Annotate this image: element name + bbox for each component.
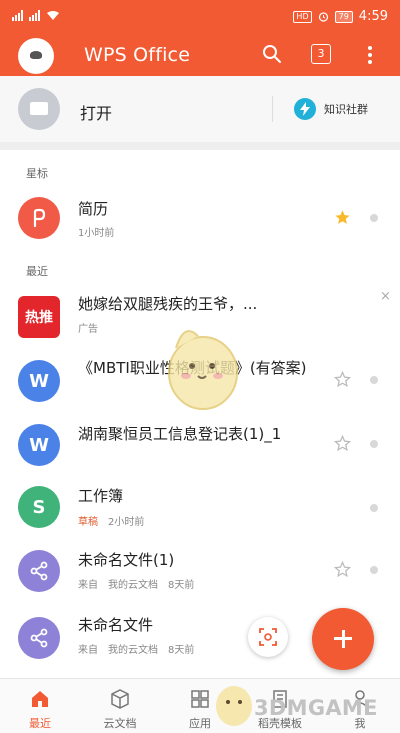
file-location: 我的云文档 xyxy=(108,645,158,656)
signal-icon xyxy=(12,10,23,21)
plus-icon-vertical xyxy=(341,629,345,648)
file-meta: 1小时前 xyxy=(78,228,115,239)
recent-section-label: 最近 xyxy=(26,265,48,278)
file-meta: 来自 我的云文档 8天前 xyxy=(78,641,204,656)
more-dot-icon[interactable] xyxy=(370,504,378,512)
open-row[interactable]: 打开 知识社群 xyxy=(0,76,400,142)
folder-icon xyxy=(18,88,60,130)
add-new-button[interactable] xyxy=(312,608,374,670)
draft-badge: 草稿 xyxy=(78,517,98,528)
search-icon[interactable] xyxy=(262,44,282,64)
spreadsheet-icon: S xyxy=(18,486,60,528)
scan-icon xyxy=(259,628,277,646)
mascot-watermark-icon xyxy=(168,330,238,410)
file-title: 未命名文件 xyxy=(78,616,154,634)
starred-section-label: 星标 xyxy=(26,167,48,180)
signal-icon-2 xyxy=(29,10,40,21)
word-doc-icon: W xyxy=(18,424,60,466)
apps-grid-icon xyxy=(191,690,209,708)
hd-badge: HD xyxy=(293,10,312,23)
community-label: 知识社群 xyxy=(324,103,368,116)
more-dot-icon[interactable] xyxy=(370,440,378,448)
file-title: 湖南聚恒员工信息登记表(1)_1 xyxy=(78,425,282,443)
divider xyxy=(272,96,273,122)
lightning-icon xyxy=(294,98,316,120)
status-left xyxy=(12,10,60,21)
scan-button[interactable] xyxy=(248,617,288,657)
app-title: WPS Office xyxy=(84,44,191,66)
tabs-count-button[interactable]: 3 xyxy=(311,44,331,64)
star-outline-icon[interactable] xyxy=(334,371,351,388)
nav-label: 最近 xyxy=(29,717,51,730)
status-bar: HD 79 4:59 xyxy=(0,0,400,34)
wifi-icon xyxy=(47,11,59,20)
watermark-text: 3DMGAME xyxy=(254,696,378,720)
status-right: HD 79 4:59 xyxy=(293,9,388,24)
file-location: 我的云文档 xyxy=(108,580,158,591)
recent-file-row[interactable]: W 湖南聚恒员工信息登记表(1)_1 xyxy=(0,420,400,482)
section-gap xyxy=(0,142,400,150)
word-doc-icon: W xyxy=(18,360,60,402)
community-button[interactable]: 知识社群 xyxy=(294,98,368,120)
more-dot-icon[interactable] xyxy=(370,376,378,384)
ad-close-icon[interactable]: × xyxy=(380,289,391,304)
star-filled-icon[interactable] xyxy=(334,209,351,226)
pdf-icon xyxy=(18,197,60,239)
file-meta: 来自 我的云文档 8天前 xyxy=(78,576,204,591)
more-dot-icon[interactable] xyxy=(370,566,378,574)
starred-file-row[interactable]: 简历 1小时前 xyxy=(0,187,400,249)
file-title: 未命名文件(1) xyxy=(78,551,175,569)
file-title: 简历 xyxy=(78,200,109,218)
file-source: 来自 xyxy=(78,580,98,591)
avatar[interactable] xyxy=(18,38,54,74)
clock: 4:59 xyxy=(358,9,388,24)
alarm-icon xyxy=(318,12,328,22)
open-label: 打开 xyxy=(80,104,113,123)
cube-icon xyxy=(111,689,129,709)
avatar-image xyxy=(30,51,42,59)
ad-title: 她嫁给双腿残疾的王爷，... xyxy=(78,295,258,313)
star-outline-icon[interactable] xyxy=(334,435,351,452)
shared-file-icon xyxy=(18,550,60,592)
more-icon[interactable] xyxy=(362,44,378,66)
file-time: 2小时前 xyxy=(108,517,145,528)
more-dot-icon[interactable] xyxy=(370,214,378,222)
recent-file-row[interactable]: S 工作簿 草稿 2小时前 xyxy=(0,482,400,544)
file-meta: 草稿 2小时前 xyxy=(78,513,154,528)
recent-file-row[interactable]: 未命名文件(1) 来自 我的云文档 8天前 xyxy=(0,546,400,608)
ad-meta: 广告 xyxy=(78,324,98,335)
nav-recent[interactable]: 最近 xyxy=(0,679,80,733)
file-source: 来自 xyxy=(78,645,98,656)
file-time: 8天前 xyxy=(168,580,195,591)
app-bar: WPS Office 3 xyxy=(0,34,400,76)
nav-label: 云文档 xyxy=(103,717,137,730)
shared-file-icon xyxy=(18,617,60,659)
star-outline-icon[interactable] xyxy=(334,561,351,578)
home-icon xyxy=(32,691,48,707)
battery-indicator: 79 xyxy=(334,10,353,23)
file-time: 8天前 xyxy=(168,645,195,656)
nav-cloud-docs[interactable]: 云文档 xyxy=(80,679,160,733)
file-title: 工作簿 xyxy=(78,487,124,505)
